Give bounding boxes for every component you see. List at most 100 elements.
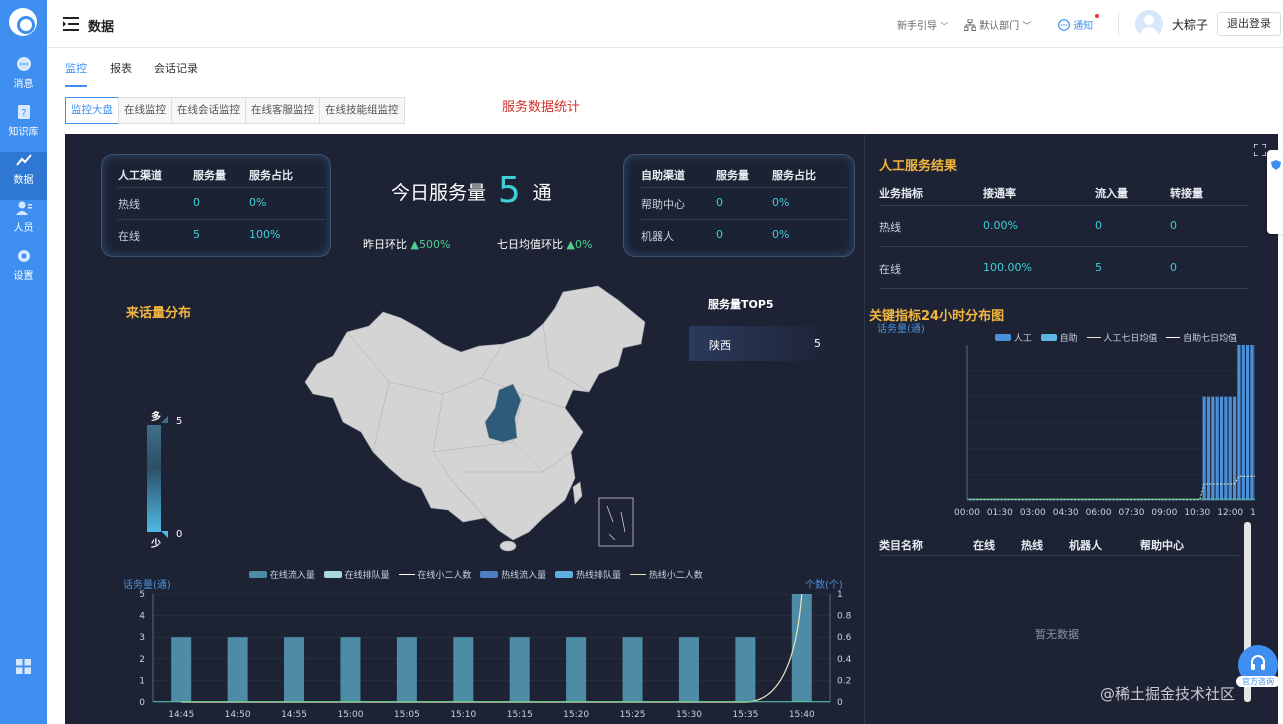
notification-dot (1095, 14, 1099, 18)
x-tick-label: 14:45 (168, 710, 194, 720)
tab-chat-records[interactable]: 会话记录 (154, 60, 198, 76)
service-ratio: 0% (772, 196, 790, 209)
sidebar-item-knowledge[interactable]: ? 知识库 (0, 104, 47, 152)
app-logo[interactable] (9, 8, 37, 36)
fullscreen-icon[interactable] (1254, 144, 1266, 156)
shield-icon (1271, 160, 1281, 170)
bar-online-inflow (340, 637, 361, 702)
table-header: 机器人 (1069, 539, 1102, 552)
south-sea-inset (598, 497, 634, 547)
tab-reports[interactable]: 报表 (110, 60, 132, 76)
legend-line-manual-avg (1086, 337, 1101, 338)
x-tick-label: 15:00 (337, 710, 363, 720)
map-legend-bar (147, 425, 161, 532)
floating-side-panel[interactable] (1267, 150, 1283, 234)
manual-channel-panel: 人工渠道 服务量 服务占比 热线 0 0% 在线 5 100% (101, 154, 331, 257)
x-tick-label: 15:30 (676, 710, 702, 720)
map-region-hainan (499, 540, 517, 552)
bar-online-inflow (678, 637, 699, 702)
username[interactable]: 大粽子 (1172, 16, 1208, 33)
watermark: @稀土掘金技术社区 (1100, 685, 1236, 703)
line-online-staff (181, 593, 803, 703)
service-ratio: 0% (772, 228, 790, 241)
apps-grid-icon[interactable] (16, 659, 31, 674)
divider (879, 555, 1239, 556)
menu-collapse-icon[interactable] (63, 17, 79, 31)
x-tick-label: 15:10 (450, 710, 476, 720)
x-tick-label: 09:00 (1151, 508, 1177, 518)
manual-result-title: 人工服务结果 (879, 159, 958, 174)
subtab-online-agent[interactable]: 在线客服监控 (245, 97, 320, 124)
sidebar-item-staff[interactable]: 人员 (0, 200, 47, 248)
china-map[interactable] (303, 282, 653, 552)
x-tick-label: 14:50 (225, 710, 251, 720)
table-header: 服务量 (716, 169, 749, 182)
department-dropdown[interactable]: 默认部门 ﹀ (963, 17, 1031, 32)
x-tick-label: 01:30 (987, 508, 1013, 518)
user-icon (15, 201, 32, 215)
sidebar-item-label: 设置 (13, 271, 34, 282)
week-compare: 七日均值环比 ▲0% (497, 236, 592, 252)
map-mainland (304, 285, 646, 541)
department-label: 默认部门 (979, 21, 1020, 32)
legend-max-value: 5 (176, 416, 183, 427)
bar-online-inflow (227, 637, 248, 702)
dashboard-panel: 人工渠道 服务量 服务占比 热线 0 0% 在线 5 100% 今日服务量 5 … (65, 134, 1278, 724)
x-tick-label: 15:35 (732, 710, 758, 720)
legend-swatch-online-queue (323, 571, 342, 578)
sub-tabs: 监控大盘 在线监控 在线会话监控 在线客服监控 在线技能组监控 (65, 97, 405, 124)
map-region-taiwan (572, 481, 583, 505)
table-header: 接通率 (983, 187, 1016, 200)
x-tick-label: 15:05 (394, 710, 420, 720)
south-sea-islands (606, 505, 626, 541)
page-title: 数据 (88, 20, 115, 35)
x-tick-label: 15:15 (507, 710, 533, 720)
top5-row[interactable]: 陕西 5 (689, 326, 829, 361)
x-tick-label: 06:00 (1086, 508, 1112, 518)
bar-online-inflow (622, 637, 643, 702)
table-header: 帮助中心 (1140, 539, 1184, 552)
inflow: 0 (1095, 219, 1102, 232)
x-tick-label: 15:25 (620, 710, 646, 720)
sidebar-item-label: 数据 (13, 175, 34, 186)
table-header: 自助渠道 (641, 169, 685, 182)
subtab-online[interactable]: 在线监控 (118, 97, 172, 124)
today-value: 5 (497, 170, 521, 211)
connect-rate: 100.00% (983, 261, 1032, 274)
y2-tick-label: 0.2 (837, 676, 851, 686)
logout-button[interactable]: 退出登录 (1217, 12, 1281, 36)
subtab-online-skillgroup[interactable]: 在线技能组监控 (319, 97, 405, 124)
sidebar-item-label: 消息 (13, 79, 34, 90)
avatar[interactable] (1135, 10, 1163, 38)
legend-swatch-hotline-queue (555, 571, 574, 578)
table-header: 服务占比 (249, 169, 293, 182)
y2-tick-label: 0.6 (837, 633, 852, 643)
divider (118, 187, 324, 188)
service-count: 0 (193, 196, 200, 209)
sidebar-item-settings[interactable]: 设置 (0, 248, 47, 296)
subtab-dashboard[interactable]: 监控大盘 (65, 97, 119, 124)
y2-tick-label: 0.4 (837, 655, 852, 665)
sidebar-item-messages[interactable]: 消息 (0, 56, 47, 104)
legend-handle-bottom[interactable] (161, 531, 168, 538)
y2-tick-label: 0 (837, 698, 843, 708)
service-ratio: 0% (249, 196, 267, 209)
notify-button[interactable]: 通知 (1058, 14, 1099, 32)
bar-online-inflow (171, 637, 192, 702)
legend-handle-top[interactable] (161, 416, 168, 423)
x-tick-label: 07:30 (1119, 508, 1145, 518)
legend-swatch-online-in (249, 571, 267, 578)
x-tick-label: 13:30 (1250, 508, 1255, 518)
table-header: 在线 (973, 539, 995, 552)
guide-dropdown[interactable]: 新手引导 ﹀ (897, 17, 948, 32)
tab-monitor[interactable]: 监控 (65, 60, 87, 87)
hourly-chart: 00:00 01:30 03:00 04:30 06:00 07:30 09:00 10:30… (954, 345, 1255, 518)
top-bar: 数据 新手引导 ﹀ 默认部门 ﹀ 通知 大粽子 退出登录 (47, 0, 1283, 48)
sidebar-item-data[interactable]: 数据 (0, 152, 47, 200)
table-header: 业务指标 (879, 187, 923, 200)
service-count: 0 (716, 196, 723, 209)
bar-online-inflow (566, 637, 587, 702)
subtab-online-session[interactable]: 在线会话监控 (171, 97, 246, 124)
legend-line-hotline-staff (629, 574, 646, 575)
legend-label: 在线小二人数 (417, 571, 472, 581)
